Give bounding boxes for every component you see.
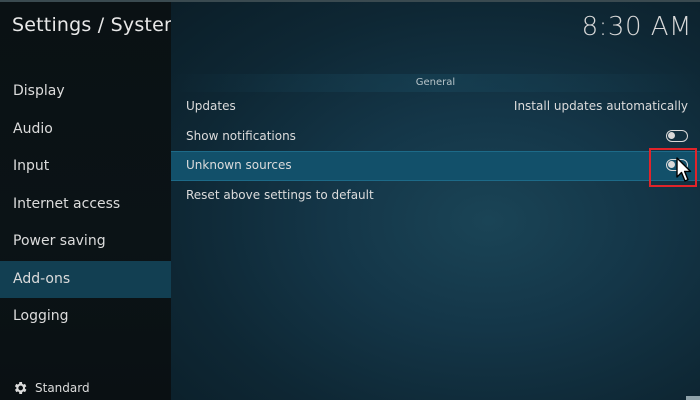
page-title: Settings / System [12,14,183,36]
sidebar-item-display[interactable]: Display [0,73,171,111]
sidebar-item-internet-access[interactable]: Internet access [0,186,171,224]
section-header: General [171,74,700,92]
setting-value: Install updates automatically [513,99,688,113]
setting-label: Unknown sources [186,158,292,172]
setting-reset-defaults[interactable]: Reset above settings to default [171,181,700,211]
settings-level-toggle[interactable]: Standard [12,380,90,396]
sidebar-item-input[interactable]: Input [0,148,171,186]
gear-icon [14,382,27,394]
setting-updates[interactable]: Updates Install updates automatically [171,92,700,122]
setting-show-notifications[interactable]: Show notifications [171,122,700,152]
setting-unknown-sources[interactable]: Unknown sources [171,151,700,181]
sidebar-nav: Display Audio Input Internet access Powe… [0,73,171,336]
setting-label: Updates [186,99,236,113]
sidebar-item-audio[interactable]: Audio [0,111,171,149]
mouse-cursor-icon [676,157,692,182]
show-notifications-toggle[interactable] [666,129,688,142]
clock: 8:30 AM [581,12,692,42]
settings-list: Updates Install updates automatically Sh… [171,92,700,210]
setting-label: Reset above settings to default [186,187,374,202]
sidebar-item-power-saving[interactable]: Power saving [0,223,171,261]
sidebar-item-logging[interactable]: Logging [0,298,171,336]
settings-level-label: Standard [35,381,90,395]
sidebar: Settings / System Display Audio Input In… [0,2,182,400]
setting-label: Show notifications [186,128,296,143]
corner-indicator [686,396,700,400]
sidebar-item-add-ons[interactable]: Add-ons [0,260,171,298]
